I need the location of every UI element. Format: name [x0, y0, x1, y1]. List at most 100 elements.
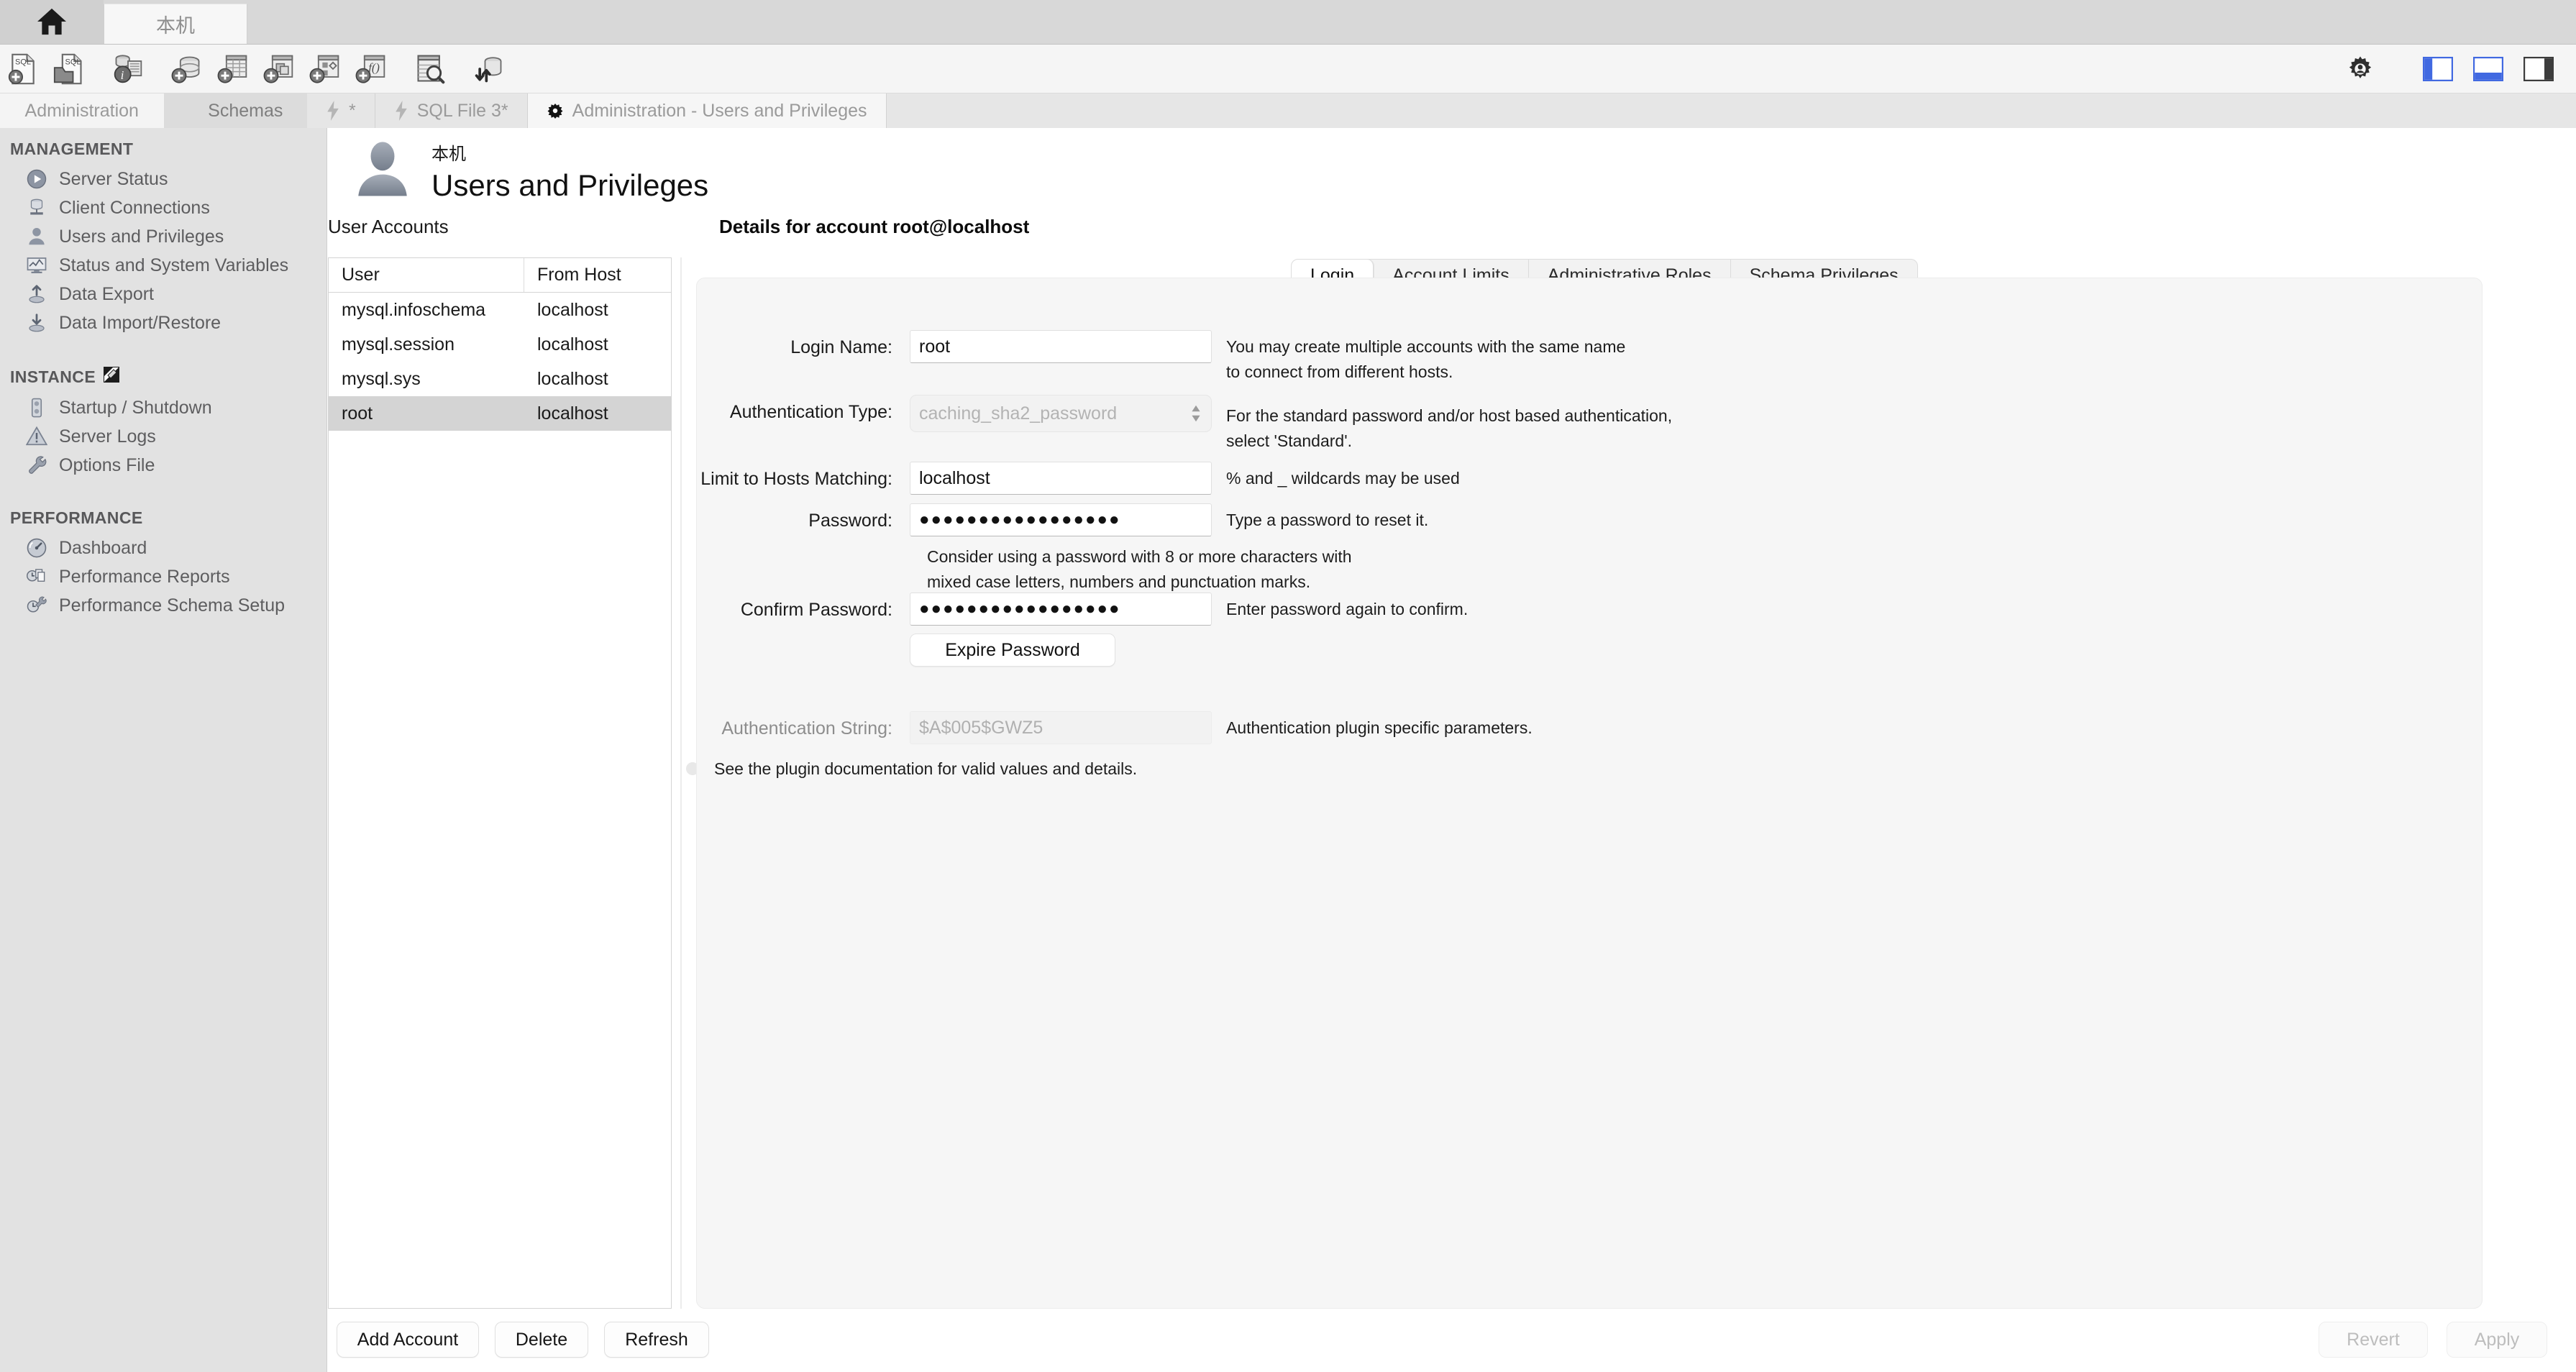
table-row[interactable]: mysql.infoschema localhost	[329, 293, 671, 327]
sidebar-tab-administration[interactable]: Administration	[0, 93, 164, 128]
client-connections-icon	[24, 196, 49, 220]
auth-type-label: Authentication Type:	[729, 402, 892, 422]
sidebar-item-client-connections[interactable]: Client Connections	[0, 193, 326, 222]
auth-type-select[interactable]: caching_sha2_password	[910, 395, 1212, 432]
sidebar-item-data-import-restore[interactable]: Data Import/Restore	[0, 308, 326, 337]
new-table-icon	[217, 55, 247, 83]
apply-button[interactable]: Apply	[2447, 1322, 2547, 1358]
table-row-selected[interactable]: root localhost	[329, 396, 671, 431]
login-name-label: Login Name:	[790, 337, 892, 357]
new-sql-tab-button[interactable]: SQL	[3, 49, 43, 89]
new-function-icon: f()	[355, 55, 385, 83]
auth-string-label: Authentication String:	[721, 718, 892, 738]
sidebar-section-performance: PERFORMANCE	[0, 495, 326, 534]
search-table-data-button[interactable]	[410, 49, 450, 89]
sidebar-section-title: MANAGEMENT	[10, 140, 134, 158]
sidebar-item-performance-reports[interactable]: Performance Reports	[0, 562, 326, 591]
sidebar-item-data-export[interactable]: Data Export	[0, 280, 326, 308]
auth-string-hint: Authentication plugin specific parameter…	[1212, 711, 1533, 741]
new-view-button[interactable]	[259, 49, 299, 89]
confirm-password-label: Confirm Password:	[740, 600, 892, 620]
confirm-password-input[interactable]: ●●●●●●●●●●●●●●●●●	[910, 593, 1212, 626]
inspector-button[interactable]: i	[108, 49, 148, 89]
detail-action-buttons: Revert Apply	[2319, 1322, 2547, 1358]
toggle-output-button[interactable]	[2470, 50, 2507, 88]
password-input[interactable]: ●●●●●●●●●●●●●●●●●	[910, 503, 1212, 536]
lightning-icon	[326, 101, 340, 121]
user-accounts-table[interactable]: User From Host mysql.infoschema localhos…	[328, 257, 672, 1309]
sidebar-item-label: Dashboard	[59, 537, 147, 558]
sidebar-item-options-file[interactable]: Options File	[0, 451, 326, 480]
auth-string-input[interactable]: $A$005$GWZ5	[910, 711, 1212, 744]
editor-tab-administration-users[interactable]: Administration - Users and Privileges	[527, 93, 887, 128]
revert-button[interactable]: Revert	[2319, 1322, 2428, 1358]
reconnect-button[interactable]	[469, 49, 509, 89]
refresh-button[interactable]: Refresh	[604, 1322, 709, 1358]
sidebar-item-server-status[interactable]: Server Status	[0, 165, 326, 193]
login-name-input[interactable]: root	[910, 330, 1212, 363]
refresh-label: Refresh	[625, 1329, 688, 1350]
new-procedure-button[interactable]	[305, 49, 345, 89]
sidebar-item-performance-schema-setup[interactable]: Performance Schema Setup	[0, 591, 326, 620]
editor-tab-sql-file-3[interactable]: SQL File 3*	[375, 93, 528, 128]
new-function-button[interactable]: f()	[351, 49, 391, 89]
table-row[interactable]: mysql.sys localhost	[329, 362, 671, 396]
hint-line: Type a password to reset it.	[1226, 511, 1429, 529]
details-heading: Details for account root@localhost	[719, 216, 1030, 237]
sidebar-item-startup-shutdown[interactable]: Startup / Shutdown	[0, 393, 326, 422]
cell-user: mysql.sys	[342, 368, 421, 389]
expire-password-button[interactable]: Expire Password	[910, 634, 1115, 667]
connection-tabbar: 本机	[0, 0, 2576, 45]
column-header-user[interactable]: User	[329, 258, 524, 292]
column-header-from-host[interactable]: From Host	[524, 258, 671, 292]
toggle-sidebar-icon	[2423, 56, 2453, 81]
chevron-updown-icon	[1189, 403, 1202, 424]
connection-tab-local[interactable]: 本机	[104, 4, 247, 44]
inspector-icon: i	[114, 54, 142, 83]
new-schema-button[interactable]	[167, 49, 207, 89]
sidebar-tab-label: Administration	[24, 100, 139, 121]
login-name-hint: You may create multiple accounts with th…	[1212, 330, 1625, 384]
hint-line: For the standard password and/or host ba…	[1226, 406, 1673, 425]
new-table-button[interactable]	[213, 49, 253, 89]
field-row-auth-type: Authentication Type: caching_sha2_passwo…	[697, 395, 1672, 453]
sidebar-item-label: Server Status	[59, 168, 168, 189]
limit-hosts-input[interactable]: localhost	[910, 462, 1212, 495]
confirm-password-hint: Enter password again to confirm.	[1212, 593, 1468, 622]
hint-line: % and _ wildcards may be used	[1226, 469, 1460, 488]
login-detail-panel: Login Name: root You may create multiple…	[696, 278, 2483, 1309]
sidebar-item-status-and-system-variables[interactable]: Status and System Variables	[0, 251, 326, 280]
sidebar-item-dashboard[interactable]: Dashboard	[0, 534, 326, 562]
table-row[interactable]: mysql.session localhost	[329, 327, 671, 362]
sidebar-item-users-and-privileges[interactable]: Users and Privileges	[0, 222, 326, 251]
toolbar-right-group	[2339, 49, 2576, 89]
add-account-button[interactable]: Add Account	[337, 1322, 479, 1358]
password-label: Password:	[808, 511, 892, 531]
startup-shutdown-icon	[24, 395, 49, 420]
home-tab-button[interactable]	[0, 0, 104, 44]
cell-user: mysql.session	[342, 334, 455, 355]
dashboard-icon	[24, 536, 49, 560]
delete-account-button[interactable]: Delete	[495, 1322, 588, 1358]
preferences-button[interactable]	[2339, 49, 2382, 89]
data-export-icon	[24, 282, 49, 306]
editor-tab-untitled[interactable]: *	[307, 93, 375, 128]
admin-gear-icon	[547, 102, 564, 119]
sidebar-item-label: Status and System Variables	[59, 255, 289, 275]
editor-tab-label: *	[349, 100, 356, 121]
data-import-icon	[24, 311, 49, 335]
sidebar-tab-schemas[interactable]: Schemas	[163, 93, 327, 128]
sidebar-section-title: PERFORMANCE	[10, 508, 143, 527]
open-sql-script-button[interactable]: SQL	[49, 49, 89, 89]
mysql-workbench-window: 本机 SQL SQL i f() Administration Schemas …	[0, 0, 2576, 1372]
auth-type-value: caching_sha2_password	[919, 403, 1118, 424]
hint-line: to connect from different hosts.	[1226, 362, 1453, 381]
svg-text:SQL: SQL	[15, 58, 31, 66]
toggle-sidebar-button[interactable]	[2419, 50, 2457, 88]
field-row-login-name: Login Name: root You may create multiple…	[697, 330, 1625, 384]
toggle-secondary-sidebar-button[interactable]	[2520, 50, 2557, 88]
password-strength-note: Consider using a password with 8 or more…	[927, 544, 1352, 594]
panel-splitter[interactable]	[675, 257, 699, 1309]
sidebar-item-server-logs[interactable]: Server Logs	[0, 422, 326, 451]
hint-line: select 'Standard'.	[1226, 431, 1352, 450]
